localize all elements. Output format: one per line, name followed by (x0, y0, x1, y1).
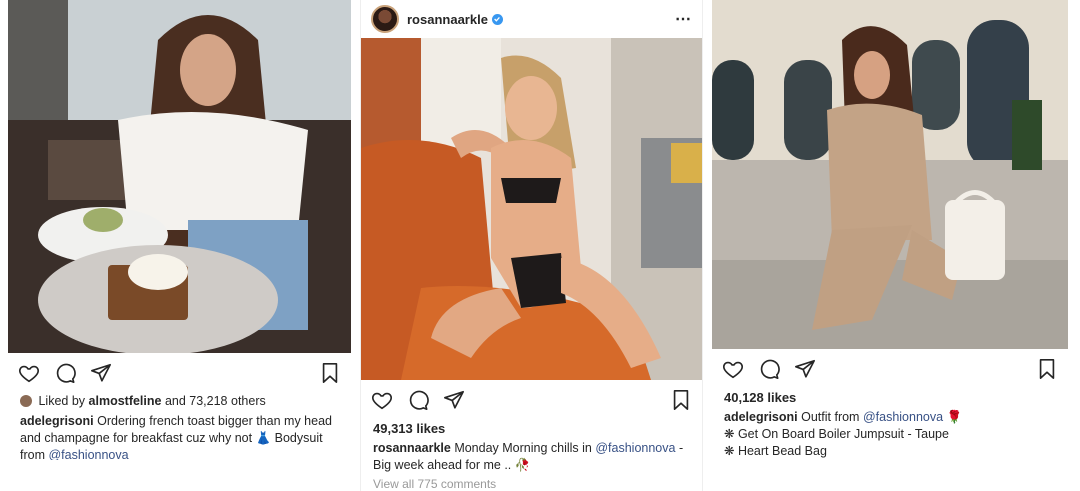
liker-avatar (20, 395, 32, 407)
caption-mention[interactable]: @fashionnova (595, 441, 675, 455)
caption-text: Monday Morning chills in (454, 441, 592, 455)
header-username[interactable]: rosannaarkle (407, 12, 488, 27)
caption-emoji: 👗 (255, 431, 272, 445)
post-2-likes-count[interactable]: 49,313 likes (361, 420, 702, 438)
post-3-likes-count[interactable]: 40,128 likes (712, 389, 1068, 407)
post-2: rosannaarkle ⋯ 49,313 likes rosannaarkle… (360, 0, 703, 491)
caption-mention[interactable]: @fashionnova (863, 410, 943, 424)
comment-icon[interactable] (407, 389, 429, 411)
post-2-photo[interactable] (361, 38, 702, 380)
more-icon[interactable]: ⋯ (675, 9, 692, 29)
likes-prefix: Liked by (38, 394, 86, 408)
post-2-caption: rosannaarkle Monday Morning chills in @f… (361, 440, 702, 474)
post-3: 40,128 likes adelegrisoni Outfit from @f… (712, 0, 1068, 470)
share-icon[interactable] (794, 358, 816, 380)
heart-icon[interactable] (18, 362, 40, 384)
verified-icon (491, 13, 503, 25)
avatar[interactable] (371, 5, 399, 33)
bookmark-icon[interactable] (1036, 358, 1058, 380)
caption-emoji: 🌹 (946, 410, 963, 424)
caption-text: Outfit from (801, 410, 860, 424)
bookmark-icon[interactable] (670, 389, 692, 411)
caption-line-3: ❋ Heart Bead Bag (724, 444, 827, 458)
share-icon[interactable] (443, 389, 465, 411)
view-comments-link[interactable]: View all 775 comments (361, 474, 702, 491)
post-1-photo[interactable] (8, 0, 351, 353)
caption-username[interactable]: rosannaarkle (373, 441, 451, 455)
post-3-photo[interactable] (712, 0, 1068, 349)
post-1-action-bar (8, 353, 351, 393)
caption-username[interactable]: adelegrisoni (724, 410, 798, 424)
caption-username[interactable]: adelegrisoni (20, 414, 94, 428)
caption-mention[interactable]: @fashionnova (48, 448, 128, 460)
post-1-likes: Liked by almostfeline and 73,218 others (8, 393, 351, 410)
post-2-action-bar (361, 380, 702, 420)
heart-icon[interactable] (722, 358, 744, 380)
liked-by-user-link[interactable]: almostfeline (89, 394, 162, 408)
comment-icon[interactable] (54, 362, 76, 384)
post-3-action-bar (712, 349, 1068, 389)
caption-emoji: 🥀 (514, 458, 531, 472)
post-1-caption: adelegrisoni Ordering french toast bigge… (8, 413, 351, 460)
likes-suffix[interactable]: and 73,218 others (165, 394, 266, 408)
caption-line-2: ❋ Get On Board Boiler Jumpsuit - Taupe (724, 427, 949, 441)
share-icon[interactable] (90, 362, 112, 384)
post-3-caption: adelegrisoni Outfit from @fashionnova 🌹 (712, 409, 1068, 426)
comment-icon[interactable] (758, 358, 780, 380)
post-2-header: rosannaarkle ⋯ (361, 0, 702, 38)
bookmark-icon[interactable] (319, 362, 341, 384)
heart-icon[interactable] (371, 389, 393, 411)
post-1: Liked by almostfeline and 73,218 others … (8, 0, 351, 460)
